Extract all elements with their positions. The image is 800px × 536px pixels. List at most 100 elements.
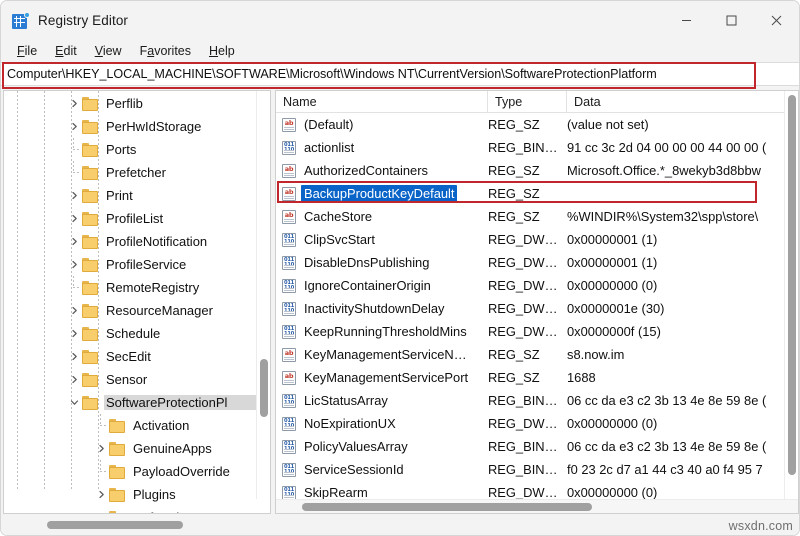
tree-node-label: PayloadOverride (133, 464, 230, 479)
column-header-data[interactable]: Data (567, 91, 797, 113)
binary-value-icon: 011 110 (282, 301, 296, 316)
tree-node-print[interactable]: Print (4, 184, 270, 207)
menu-bar: File Edit View Favorites Help (1, 39, 799, 62)
chevron-right-icon[interactable] (66, 92, 82, 115)
chevron-right-icon[interactable] (66, 368, 82, 391)
tree-node-plugins[interactable]: Plugins (4, 483, 270, 506)
chevron-right-icon[interactable] (66, 253, 82, 276)
value-row[interactable]: ab KeyManagementServiceN… REG_SZ s8.now.im (276, 343, 798, 366)
value-name-cell: 011 110 actionlist (276, 139, 488, 156)
tree-node-profilenotification[interactable]: ProfileNotification (4, 230, 270, 253)
tree-horizontal-scrollbar[interactable] (3, 517, 271, 533)
folder-icon (82, 119, 99, 134)
value-row[interactable]: 011 110 NoExpirationUX REG_DW… 0x00000000 (0… (276, 412, 798, 435)
value-row[interactable]: ab KeyManagementServicePort REG_SZ 1688 (276, 366, 798, 389)
tree-node-label: SecEdit (106, 349, 151, 364)
folder-icon (82, 349, 99, 364)
value-name-cell: 011 110 IgnoreContainerOrigin (276, 277, 488, 294)
value-row[interactable]: ab (Default) REG_SZ (value not set) (276, 113, 798, 136)
tree-node-perhwidstorage[interactable]: PerHwIdStorage (4, 115, 270, 138)
value-row[interactable]: 011 110 actionlist REG_BIN… 91 cc 3c 2d 04 0… (276, 136, 798, 159)
values-vertical-scrollbar[interactable] (784, 91, 798, 499)
tree-node-schedule[interactable]: Schedule (4, 322, 270, 345)
tree-guide-elbow (66, 276, 82, 299)
chevron-right-icon[interactable] (93, 437, 109, 460)
tree-node-label: Prefetcher (106, 165, 166, 180)
value-row[interactable]: 011 110 DisableDnsPublishing REG_DW… 0x00000… (276, 251, 798, 274)
value-data: f0 23 2c d7 a1 44 c3 40 a0 f4 95 7 (567, 462, 763, 477)
tree-node-sensor[interactable]: Sensor (4, 368, 270, 391)
values-horizontal-scrollbar[interactable] (276, 499, 798, 513)
folder-icon (82, 372, 99, 387)
folder-icon (82, 257, 99, 272)
tree-node-prefetcher[interactable]: Prefetcher (4, 161, 270, 184)
column-header-type[interactable]: Type (488, 91, 567, 113)
value-row[interactable]: 011 110 IgnoreContainerOrigin REG_DW… 0x0000… (276, 274, 798, 297)
value-name: NoExpirationUX (304, 416, 396, 431)
chevron-right-icon[interactable] (66, 207, 82, 230)
registry-key-tree-pane: Perflib PerHwIdStorage Ports Prefetcher Prin… (3, 90, 271, 514)
chevron-right-icon[interactable] (93, 506, 109, 513)
tree-node-profilelist[interactable]: ProfileList (4, 207, 270, 230)
tree-node-label: ProfileNotification (106, 234, 208, 249)
tree-node-resourcemanager[interactable]: ResourceManager (4, 299, 270, 322)
value-row[interactable]: 011 110 InactivityShutdownDelay REG_DW… 0x00… (276, 297, 798, 320)
menu-item-help[interactable]: Help (200, 42, 244, 60)
chevron-right-icon[interactable] (66, 115, 82, 138)
value-type: REG_DW… (488, 485, 558, 500)
menu-item-file[interactable]: File (8, 42, 46, 60)
tree-node-label: Activation (133, 418, 190, 433)
string-value-icon: ab (282, 117, 296, 132)
tree-node-referraldata[interactable]: ReferralData (4, 506, 270, 513)
tree-node-activation[interactable]: Activation (4, 414, 270, 437)
maximize-button[interactable] (709, 1, 754, 39)
column-header-name[interactable]: Name (276, 91, 488, 113)
close-button[interactable] (754, 1, 799, 39)
tree-node-remoteregistry[interactable]: RemoteRegistry (4, 276, 270, 299)
binary-value-icon: 011 110 (282, 140, 296, 155)
value-name-cell: ab AuthorizedContainers (276, 162, 488, 179)
menu-item-edit[interactable]: Edit (46, 42, 86, 60)
registry-values-pane: Name Type Data ab (Default) REG_SZ (value n… (275, 90, 799, 514)
string-value-icon: ab (282, 186, 296, 201)
address-path[interactable]: Computer\HKEY_LOCAL_MACHINE\SOFTWARE\Mic… (1, 67, 657, 81)
value-row[interactable]: ab CacheStore REG_SZ %WINDIR%\System32\spp\… (276, 205, 798, 228)
menu-item-view[interactable]: View (86, 42, 131, 60)
value-row[interactable]: 011 110 LicStatusArray REG_BIN… 06 cc da e3 … (276, 389, 798, 412)
address-bar[interactable]: Computer\HKEY_LOCAL_MACHINE\SOFTWARE\Mic… (1, 62, 799, 86)
value-row[interactable]: 011 110 ClipSvcStart REG_DW… 0x00000001 (1) (276, 228, 798, 251)
chevron-right-icon[interactable] (66, 299, 82, 322)
tree-vertical-scrollbar[interactable] (256, 91, 270, 499)
minimize-button[interactable] (664, 1, 709, 39)
chevron-right-icon[interactable] (93, 483, 109, 506)
tree-node-profileservice[interactable]: ProfileService (4, 253, 270, 276)
binary-value-icon: 011 110 (282, 255, 296, 270)
string-value-icon: ab (282, 370, 296, 385)
tree-node-label: SoftwareProtectionPl (104, 395, 270, 410)
tree-node-payloadoverride[interactable]: PayloadOverride (4, 460, 270, 483)
tree-node-perflib[interactable]: Perflib (4, 92, 270, 115)
value-row[interactable]: ab BackupProductKeyDefault REG_SZ (276, 182, 798, 205)
tree-node-softwareprotectionpl[interactable]: SoftwareProtectionPl (4, 391, 270, 414)
binary-value-icon: 011 110 (282, 416, 296, 431)
value-name: KeepRunningThresholdMins (304, 324, 467, 339)
folder-icon (82, 165, 99, 180)
chevron-right-icon[interactable] (66, 230, 82, 253)
value-row[interactable]: 011 110 PolicyValuesArray REG_BIN… 06 cc da … (276, 435, 798, 458)
folder-icon (109, 464, 126, 479)
menu-item-favorites[interactable]: Favorites (131, 42, 200, 60)
value-row[interactable]: ab AuthorizedContainers REG_SZ Microsoft.Of… (276, 159, 798, 182)
tree-guide-elbow (93, 414, 109, 437)
chevron-down-icon[interactable] (66, 391, 82, 414)
chevron-right-icon[interactable] (66, 184, 82, 207)
value-name-cell: ab KeyManagementServiceN… (276, 346, 488, 363)
window-title: Registry Editor (38, 12, 129, 28)
tree-node-secedit[interactable]: SecEdit (4, 345, 270, 368)
tree-node-ports[interactable]: Ports (4, 138, 270, 161)
value-row[interactable]: 011 110 KeepRunningThresholdMins REG_DW… 0x0… (276, 320, 798, 343)
value-row[interactable]: 011 110 ServiceSessionId REG_BIN… f0 23 2c d… (276, 458, 798, 481)
chevron-right-icon[interactable] (66, 345, 82, 368)
tree-node-label: Schedule (106, 326, 161, 341)
chevron-right-icon[interactable] (66, 322, 82, 345)
tree-node-genuineapps[interactable]: GenuineApps (4, 437, 270, 460)
